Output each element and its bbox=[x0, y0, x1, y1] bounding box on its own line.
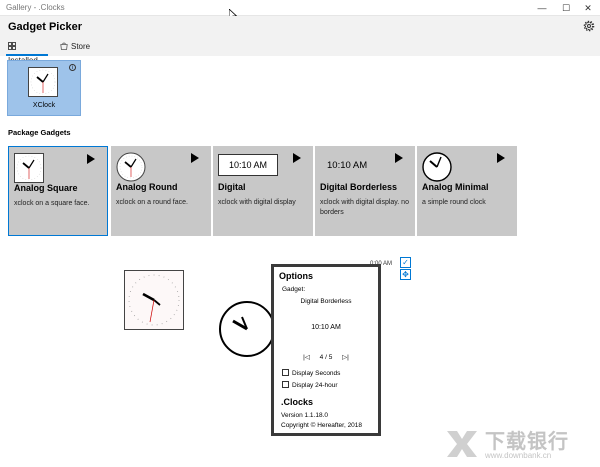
watermark-url: www.downbank.cn bbox=[485, 451, 552, 460]
square-clock-gadget[interactable] bbox=[124, 270, 184, 330]
round-clock-gadget[interactable] bbox=[218, 300, 276, 358]
display-seconds-label: Display Seconds bbox=[292, 370, 341, 377]
watermark: 下载银行 www.downbank.cn bbox=[445, 425, 595, 465]
display-24h-label: Display 24-hour bbox=[292, 382, 338, 389]
play-icon[interactable] bbox=[497, 153, 505, 163]
version-text: Version 1.1.18.0 bbox=[281, 412, 328, 419]
window-title: Gallery - .Clocks bbox=[6, 3, 65, 12]
analog-minimal-clock-icon bbox=[422, 152, 452, 182]
info-icon[interactable]: i bbox=[69, 64, 76, 71]
store-icon bbox=[60, 42, 68, 50]
title-bar: Gallery - .Clocks — ☐ ✕ bbox=[0, 0, 600, 16]
gear-icon[interactable] bbox=[583, 20, 595, 32]
close-button[interactable]: ✕ bbox=[574, 0, 600, 16]
gadget-card-name: Analog Square bbox=[14, 183, 78, 193]
checkbox-icon[interactable] bbox=[282, 381, 289, 388]
brand-name: .Clocks bbox=[281, 397, 314, 407]
gadget-card-name: Analog Minimal bbox=[422, 182, 489, 192]
pager-text: 4 / 5 bbox=[319, 354, 333, 361]
tab-installed[interactable]: Installed bbox=[6, 40, 48, 65]
digital-clock-preview: 10:10 AM bbox=[218, 154, 278, 176]
gadget-card-desc: xclock on a round face. bbox=[116, 199, 188, 206]
options-panel: Options Gadget: Digital Borderless 10:10… bbox=[271, 264, 381, 436]
app-header: Gadget Picker Installed Store bbox=[0, 16, 600, 65]
display-seconds-checkbox[interactable]: Display Seconds bbox=[282, 369, 340, 377]
gadget-pager: |◁ 4 / 5 ▷| bbox=[274, 353, 378, 361]
installed-item-xclock[interactable]: i XClock bbox=[7, 60, 81, 116]
gadget-card-desc: xclock with digital display. no borders bbox=[320, 199, 409, 216]
move-icon[interactable]: ✥ bbox=[400, 269, 411, 280]
analog-round-clock-icon bbox=[116, 152, 146, 182]
tab-store[interactable]: Store bbox=[58, 40, 94, 56]
gadget-card-desc: a simple round clock bbox=[422, 199, 486, 206]
analog-clock-icon bbox=[28, 67, 58, 97]
gadget-label: Gadget: bbox=[282, 286, 306, 293]
installed-icon bbox=[8, 42, 16, 50]
play-icon[interactable] bbox=[87, 154, 95, 164]
gadget-card-desc: xclock with digital display bbox=[218, 199, 296, 206]
gadget-card-analog-round[interactable]: Analog Round xclock on a round face. bbox=[111, 146, 211, 236]
installed-item-label: XClock bbox=[32, 102, 56, 109]
app-title: Gadget Picker bbox=[8, 21, 82, 33]
analog-square-clock-icon bbox=[14, 153, 44, 183]
watermark-text: 下载银行 bbox=[485, 431, 569, 453]
gadget-preview: 10:10 AM bbox=[311, 324, 341, 331]
watermark-logo-icon bbox=[447, 431, 477, 457]
play-icon[interactable] bbox=[395, 153, 403, 163]
gadget-card-analog-square[interactable]: Analog Square xclock on a square face. bbox=[8, 146, 108, 236]
pager-next-button[interactable]: ▷| bbox=[342, 354, 349, 361]
play-icon[interactable] bbox=[191, 153, 199, 163]
copyright-text: Copyright © Hereafter, 2018 bbox=[281, 422, 363, 429]
package-gadgets-heading: Package Gadgets bbox=[8, 128, 71, 137]
gadget-card-name: Analog Round bbox=[116, 182, 178, 192]
gadget-card-name: Digital bbox=[218, 182, 246, 192]
gadget-card-name: Digital Borderless bbox=[320, 182, 398, 192]
play-icon[interactable] bbox=[293, 153, 301, 163]
gadget-card-analog-minimal[interactable]: Analog Minimal a simple round clock bbox=[417, 146, 517, 236]
gadget-card-desc: xclock on a square face. bbox=[14, 200, 90, 207]
digital-borderless-preview: 10:10 AM bbox=[327, 160, 368, 171]
checkbox-icon[interactable] bbox=[282, 369, 289, 376]
confirm-icon[interactable]: ✓ bbox=[400, 257, 411, 268]
tab-store-label: Store bbox=[71, 42, 91, 51]
pager-prev-button[interactable]: |◁ bbox=[303, 354, 310, 361]
options-title: Options bbox=[279, 271, 313, 281]
gadget-card-digital[interactable]: 10:10 AM Digital xclock with digital dis… bbox=[213, 146, 313, 236]
display-24h-checkbox[interactable]: Display 24-hour bbox=[282, 381, 338, 389]
gadget-card-digital-borderless[interactable]: 10:10 AM Digital Borderless xclock with … bbox=[315, 146, 415, 236]
gadget-value: Digital Borderless bbox=[300, 298, 352, 305]
